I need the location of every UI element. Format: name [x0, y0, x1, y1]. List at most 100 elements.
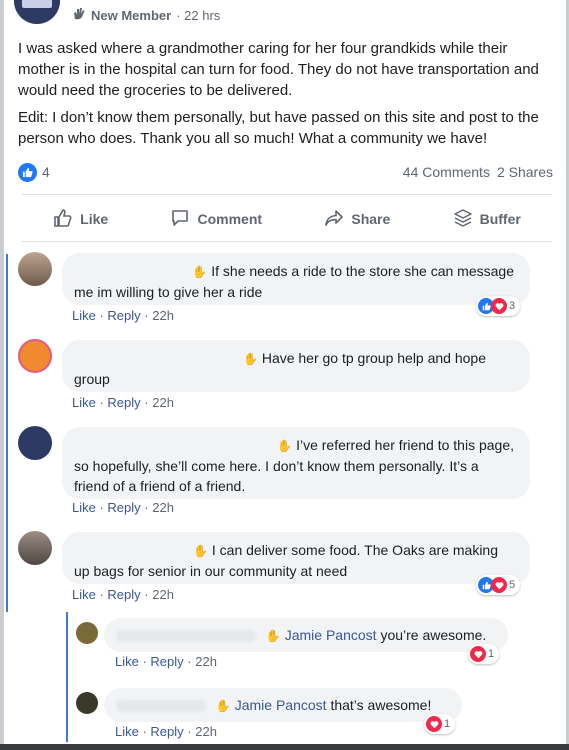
reply-reactions[interactable]: 1 — [424, 714, 456, 734]
comment-like-link[interactable]: Like — [72, 395, 96, 410]
reply-actions: Like · Reply · 22h — [115, 724, 217, 739]
buffer-layers-icon — [453, 208, 473, 231]
wave-icon: ✋ — [277, 439, 293, 453]
blurred-name — [116, 700, 206, 713]
comment-text: Have her go tp group help and hope — [261, 350, 486, 366]
reply-reply-link[interactable]: Reply — [150, 654, 183, 669]
comment-like-link[interactable]: Like — [72, 308, 96, 323]
comment-reply-link[interactable]: Reply — [107, 500, 140, 515]
like-count[interactable]: 4 — [42, 164, 50, 180]
replier-avatar[interactable] — [76, 622, 98, 644]
wave-icon: ✋ — [265, 629, 281, 643]
reply-time[interactable]: 22h — [195, 724, 217, 739]
love-reaction-icon — [491, 577, 507, 593]
comment-like-link[interactable]: Like — [72, 587, 96, 602]
blurred-name — [116, 630, 256, 643]
comment-time[interactable]: 22h — [152, 587, 174, 602]
wave-icon — [72, 7, 86, 23]
shares-count[interactable]: 2 Shares — [497, 164, 553, 180]
like-reaction-icon[interactable] — [18, 163, 37, 182]
share-button[interactable]: Share — [324, 208, 390, 231]
comment-actions: Like · Reply · 22h — [72, 587, 174, 602]
reply-bubble: ✋ Jamie Pancost that’s awesome! — [104, 688, 462, 722]
reaction-count: 3 — [509, 300, 516, 312]
comment-text-cont: friend of a friend of a friend. — [74, 478, 246, 494]
comment-time[interactable]: 22h — [152, 395, 174, 410]
comment-text-cont: up bags for senior in our community at n… — [74, 563, 348, 579]
comment-time[interactable]: 22h — [152, 500, 174, 515]
comment-thread-line — [6, 254, 8, 612]
comment-icon — [170, 208, 190, 231]
replier-avatar[interactable] — [76, 692, 98, 714]
reply-bubble: ✋ Jamie Pancost you’re awesome. — [104, 618, 508, 652]
comment-bubble: ✋ I’ve referred her friend to this page,… — [62, 427, 530, 499]
comment-reply-link[interactable]: Reply — [107, 395, 140, 410]
buffer-button[interactable]: Buffer — [453, 208, 521, 231]
reaction-count: 1 — [488, 648, 495, 660]
love-reaction-icon — [470, 646, 486, 662]
reply-like-link[interactable]: Like — [115, 724, 139, 739]
love-reaction-icon — [426, 716, 442, 732]
reply-actions: Like · Reply · 22h — [115, 654, 217, 669]
reply-like-link[interactable]: Like — [115, 654, 139, 669]
commenter-avatar[interactable] — [18, 339, 52, 373]
frame-left-border — [0, 0, 4, 750]
thumbs-up-icon — [53, 208, 73, 231]
reaction-summary: 4 44 Comments 2 Shares — [18, 163, 553, 183]
reply-time[interactable]: 22h — [195, 654, 217, 669]
reply-reply-link[interactable]: Reply — [150, 724, 183, 739]
wave-icon: ✋ — [215, 699, 231, 713]
post-body-paragraph-1: I was asked where a grandmother caring f… — [18, 40, 539, 99]
divider-top — [22, 194, 552, 195]
author-avatar[interactable] — [14, 0, 60, 24]
post-time[interactable]: · 22 hrs — [176, 8, 220, 23]
comment-bubble: ✋ Have her go tp group help and hope gro… — [62, 340, 530, 392]
mention-link[interactable]: Jamie Pancost — [285, 627, 377, 643]
reply-text: that’s awesome! — [330, 697, 432, 713]
comment-reply-link[interactable]: Reply — [107, 308, 140, 323]
commenter-avatar[interactable] — [18, 531, 52, 565]
comment-actions: Like · Reply · 22h — [72, 395, 174, 410]
wave-icon: ✋ — [242, 352, 258, 366]
comment-text-cont: so hopefully, she’ll come here. I don’t … — [74, 458, 479, 474]
comment-text-cont: group — [74, 371, 110, 387]
post-body-paragraph-2: Edit: I don’t know them personally, but … — [18, 109, 539, 147]
share-button-label: Share — [351, 211, 391, 227]
comment-actions: Like · Reply · 22h — [72, 500, 174, 515]
buffer-button-label: Buffer — [479, 211, 521, 227]
wave-icon: ✋ — [193, 544, 208, 558]
wave-icon: ✋ — [192, 265, 208, 279]
love-reaction-icon — [491, 298, 507, 314]
comment-button[interactable]: Comment — [170, 208, 262, 231]
commenter-avatar[interactable] — [18, 426, 52, 460]
reaction-count: 1 — [444, 718, 451, 730]
comment-text: I’ve referred her friend to this page, — [296, 437, 514, 453]
frame-bottom-border — [0, 744, 569, 750]
comments-count[interactable]: 44 Comments — [403, 164, 490, 180]
divider-bottom — [22, 241, 552, 242]
reply-reactions[interactable]: 1 — [468, 644, 500, 664]
commenter-avatar[interactable] — [18, 252, 52, 286]
comment-reactions[interactable]: 5 — [476, 575, 521, 595]
reply-thread-line — [66, 612, 68, 742]
post-actions-bar: Like Comment Share Buffer — [22, 200, 552, 238]
comment-reply-link[interactable]: Reply — [107, 587, 140, 602]
comment-bubble: ✋ If she needs a ride to the store she c… — [62, 253, 530, 305]
comment-button-label: Comment — [197, 211, 263, 227]
comment-reactions[interactable]: 3 — [476, 296, 521, 316]
like-button-label: Like — [80, 211, 109, 227]
post-meta: New Member · 22 hrs — [72, 7, 220, 23]
comment-like-link[interactable]: Like — [72, 500, 96, 515]
comment-text-cont: me im willing to give her a ride — [74, 284, 263, 300]
comment-text: I can deliver some food. The Oaks are ma… — [211, 542, 498, 558]
reaction-count: 5 — [509, 579, 516, 591]
like-button[interactable]: Like — [53, 208, 108, 231]
comment-text: If she needs a ride to the store she can… — [211, 263, 514, 279]
comment-time[interactable]: 22h — [152, 308, 174, 323]
reply-text: you’re awesome. — [380, 627, 487, 643]
comment-bubble: ✋ I can deliver some food. The Oaks are … — [62, 532, 530, 584]
mention-link[interactable]: Jamie Pancost — [235, 697, 327, 713]
comment-actions: Like · Reply · 22h — [72, 308, 174, 323]
member-badge[interactable]: New Member — [91, 8, 171, 23]
share-arrow-icon — [324, 208, 344, 231]
